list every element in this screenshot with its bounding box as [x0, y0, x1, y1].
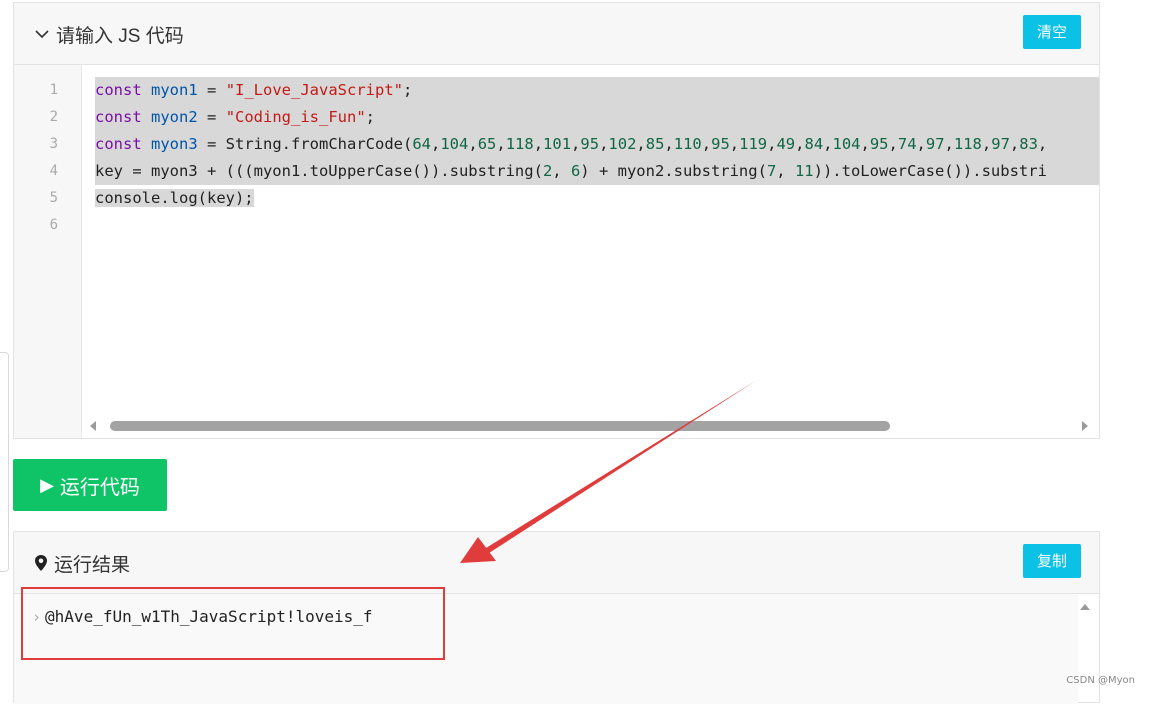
watermark: CSDN @Myon⁠ [1066, 675, 1135, 686]
annotation-arrow-icon [460, 380, 757, 563]
